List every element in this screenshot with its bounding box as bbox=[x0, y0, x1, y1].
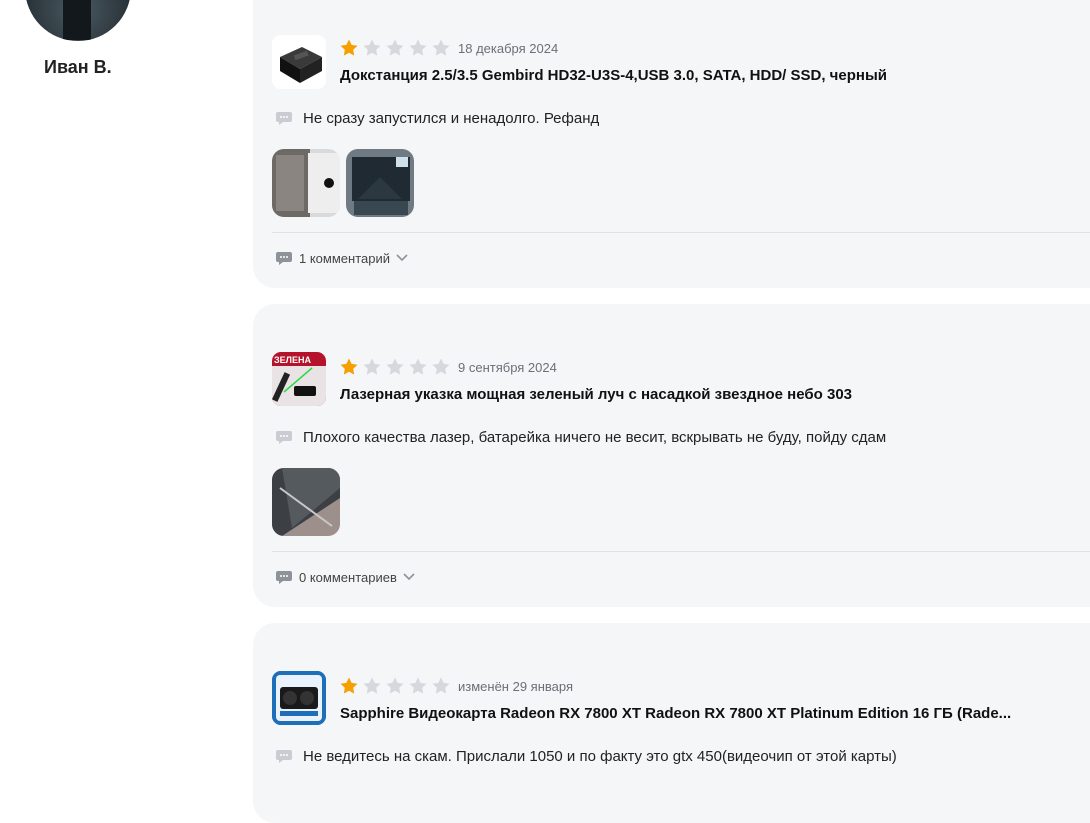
review-photo[interactable] bbox=[272, 149, 340, 217]
review-photo[interactable] bbox=[346, 149, 414, 217]
comments-toggle[interactable]: 0 комментариев bbox=[275, 569, 415, 585]
star-icon bbox=[409, 358, 427, 375]
rating-stars bbox=[339, 357, 451, 377]
star-icon bbox=[386, 39, 404, 56]
product-thumbnail[interactable] bbox=[272, 671, 326, 725]
message-icon bbox=[276, 431, 292, 444]
review-text: Не сразу запустился и ненадолго. Рефанд bbox=[303, 109, 600, 127]
review-text-row: Не ведитесь на скам. Прислали 1050 и по … bbox=[275, 747, 897, 765]
message-icon bbox=[276, 112, 292, 125]
comments-toggle[interactable]: 1 комментарий bbox=[275, 250, 408, 266]
star-icon bbox=[432, 39, 450, 56]
user-name[interactable]: Иван В. bbox=[44, 57, 112, 78]
star-icon bbox=[432, 677, 450, 694]
star-icon bbox=[340, 358, 358, 375]
review-text-row: Не сразу запустился и ненадолго. Рефанд bbox=[275, 109, 599, 127]
star-icon bbox=[409, 677, 427, 694]
review-card: ЗЕЛЕНА 9 сентября 2024 Лазерная указка м… bbox=[253, 304, 1090, 607]
star-icon bbox=[386, 358, 404, 375]
message-icon bbox=[276, 252, 292, 265]
comments-count: 1 комментарий bbox=[299, 250, 390, 266]
review-date: 18 декабря 2024 bbox=[458, 41, 559, 56]
star-icon bbox=[340, 677, 358, 694]
product-title[interactable]: Докстанция 2.5/3.5 Gembird HD32-U3S-4,US… bbox=[340, 67, 887, 84]
review-text-row: Плохого качества лазер, батарейка ничего… bbox=[275, 428, 886, 446]
thumbnail-caption: ЗЕЛЕНА bbox=[274, 355, 311, 365]
rating-stars bbox=[339, 38, 451, 58]
divider bbox=[272, 551, 1090, 552]
message-icon bbox=[276, 750, 292, 763]
message-icon bbox=[276, 571, 292, 584]
product-thumbnail[interactable]: ЗЕЛЕНА bbox=[272, 352, 326, 406]
review-card: 18 декабря 2024 Докстанция 2.5/3.5 Gembi… bbox=[253, 0, 1090, 288]
star-icon bbox=[432, 358, 450, 375]
product-title[interactable]: Sapphire Видеокарта Radeon RX 7800 XT Ra… bbox=[340, 705, 1011, 722]
star-icon bbox=[363, 39, 381, 56]
chevron-down-icon bbox=[396, 254, 408, 262]
review-text: Плохого качества лазер, батарейка ничего… bbox=[303, 428, 887, 446]
star-icon bbox=[409, 39, 427, 56]
review-date: 9 сентября 2024 bbox=[458, 360, 557, 375]
rating-stars bbox=[339, 676, 451, 696]
review-card: изменён 29 января Sapphire Видеокарта Ra… bbox=[253, 623, 1090, 823]
comments-count: 0 комментариев bbox=[299, 569, 397, 585]
review-photo[interactable] bbox=[272, 468, 340, 536]
product-thumbnail[interactable] bbox=[272, 35, 326, 89]
review-text: Не ведитесь на скам. Прислали 1050 и по … bbox=[303, 747, 897, 765]
divider bbox=[272, 232, 1090, 233]
avatar[interactable] bbox=[25, 0, 131, 41]
star-icon bbox=[363, 358, 381, 375]
review-date: изменён 29 января bbox=[458, 679, 573, 694]
chevron-down-icon bbox=[403, 573, 415, 581]
star-icon bbox=[340, 39, 358, 56]
product-title[interactable]: Лазерная указка мощная зеленый луч с нас… bbox=[340, 386, 852, 403]
star-icon bbox=[386, 677, 404, 694]
star-icon bbox=[363, 677, 381, 694]
